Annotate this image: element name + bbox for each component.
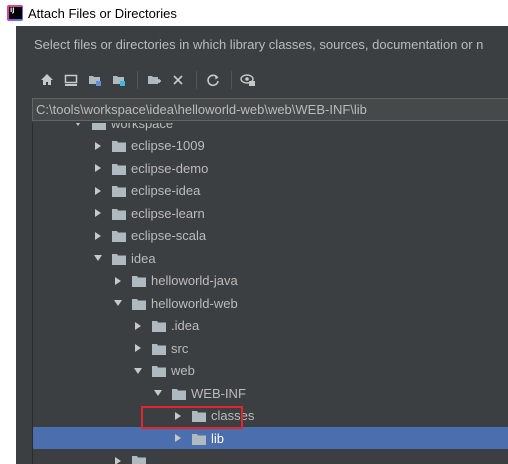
- tree-node-label: .idea: [171, 318, 200, 333]
- file-chooser-toolbar: [16, 66, 508, 94]
- folder-icon: [92, 123, 106, 130]
- home-icon[interactable]: [36, 69, 58, 91]
- expand-right-arrow-icon[interactable]: [93, 186, 103, 196]
- tree-node[interactable]: eclipse-idea: [33, 180, 508, 202]
- path-input[interactable]: C:\tools\workspace\idea\helloworld-web\w…: [32, 98, 508, 121]
- folder-icon: [132, 455, 146, 464]
- folder-icon: [112, 140, 126, 152]
- tree-node[interactable]: [33, 450, 508, 464]
- folder-icon: [112, 230, 126, 242]
- directory-tree[interactable]: workspace eclipse-1009 eclipse-demo eclipse…: [32, 123, 508, 464]
- expand-down-arrow-icon[interactable]: [133, 366, 143, 376]
- show-hidden-icon[interactable]: [237, 69, 259, 91]
- tree-node[interactable]: eclipse-scala: [33, 225, 508, 247]
- toolbar-separator: [231, 71, 232, 89]
- expand-right-arrow-icon[interactable]: [113, 456, 123, 464]
- tree-node[interactable]: eclipse-1009: [33, 135, 508, 157]
- tree-node-label: eclipse-demo: [131, 160, 209, 176]
- tree-node[interactable]: classes: [33, 405, 508, 427]
- tree-node-label: lib: [211, 430, 225, 446]
- tree-node[interactable]: WEB-INF: [33, 382, 508, 404]
- tree-node[interactable]: eclipse-learn: [33, 202, 508, 224]
- toolbar-separator: [196, 71, 197, 89]
- project-icon[interactable]: [84, 69, 106, 91]
- folder-icon: [192, 433, 206, 445]
- desktop-icon[interactable]: [60, 69, 82, 91]
- new-folder-icon[interactable]: [143, 69, 165, 91]
- tree-node-label: web: [171, 363, 195, 378]
- folder-icon: [152, 320, 166, 332]
- expand-right-arrow-icon[interactable]: [173, 433, 183, 443]
- tree-node[interactable]: web: [33, 360, 508, 382]
- expand-right-arrow-icon[interactable]: [113, 276, 123, 286]
- refresh-icon[interactable]: [202, 69, 224, 91]
- tree-node-label: workspace: [111, 123, 174, 131]
- module-icon[interactable]: [108, 69, 130, 91]
- folder-icon: [152, 365, 166, 377]
- tree-node-label: eclipse-idea: [131, 183, 201, 198]
- folder-icon: [112, 185, 126, 197]
- dialog-description: Select files or directories in which lib…: [34, 37, 484, 52]
- highlight-annotation: [141, 406, 243, 429]
- expand-down-arrow-icon[interactable]: [113, 298, 123, 308]
- folder-icon: [132, 298, 146, 310]
- tree-node[interactable]: eclipse-demo: [33, 157, 508, 179]
- title-bar: Attach Files or Directories: [0, 0, 508, 26]
- tree-node-label: eclipse-1009: [131, 138, 205, 153]
- expand-right-arrow-icon[interactable]: [93, 208, 103, 218]
- expand-down-arrow-icon[interactable]: [153, 388, 163, 398]
- expand-right-arrow-icon[interactable]: [93, 163, 103, 173]
- tree-node-label: eclipse-learn: [131, 205, 205, 221]
- folder-icon: [152, 343, 166, 355]
- tree-node-label: helloworld-web: [151, 295, 238, 311]
- expand-down-arrow-icon[interactable]: [93, 253, 103, 263]
- tree-node[interactable]: lib: [33, 427, 508, 449]
- tree-node[interactable]: .idea: [33, 315, 508, 337]
- folder-icon: [132, 275, 146, 287]
- tree-node[interactable]: src: [33, 337, 508, 359]
- folder-icon: [112, 163, 126, 175]
- tree-node-label: WEB-INF: [191, 385, 246, 401]
- delete-icon[interactable]: [167, 69, 189, 91]
- tree-node[interactable]: idea: [33, 247, 508, 269]
- expand-right-arrow-icon[interactable]: [93, 231, 103, 241]
- toolbar-separator: [137, 71, 138, 89]
- tree-node-label: src: [171, 340, 189, 356]
- folder-icon: [112, 208, 126, 220]
- expand-right-arrow-icon[interactable]: [93, 141, 103, 151]
- intellij-app-icon: [7, 5, 23, 21]
- tree-node-label: idea: [131, 250, 156, 266]
- folder-icon: [112, 253, 126, 265]
- tree-node[interactable]: helloworld-java: [33, 270, 508, 292]
- window-title: Attach Files or Directories: [28, 5, 177, 21]
- tree-node[interactable]: workspace: [33, 123, 508, 134]
- expand-down-arrow-icon[interactable]: [73, 123, 83, 128]
- tree-node-label: eclipse-scala: [131, 228, 207, 243]
- expand-right-arrow-icon[interactable]: [133, 321, 143, 331]
- expand-right-arrow-icon[interactable]: [133, 343, 143, 353]
- folder-icon: [172, 388, 186, 400]
- tree-node-label: helloworld-java: [151, 273, 238, 288]
- tree-node[interactable]: helloworld-web: [33, 292, 508, 314]
